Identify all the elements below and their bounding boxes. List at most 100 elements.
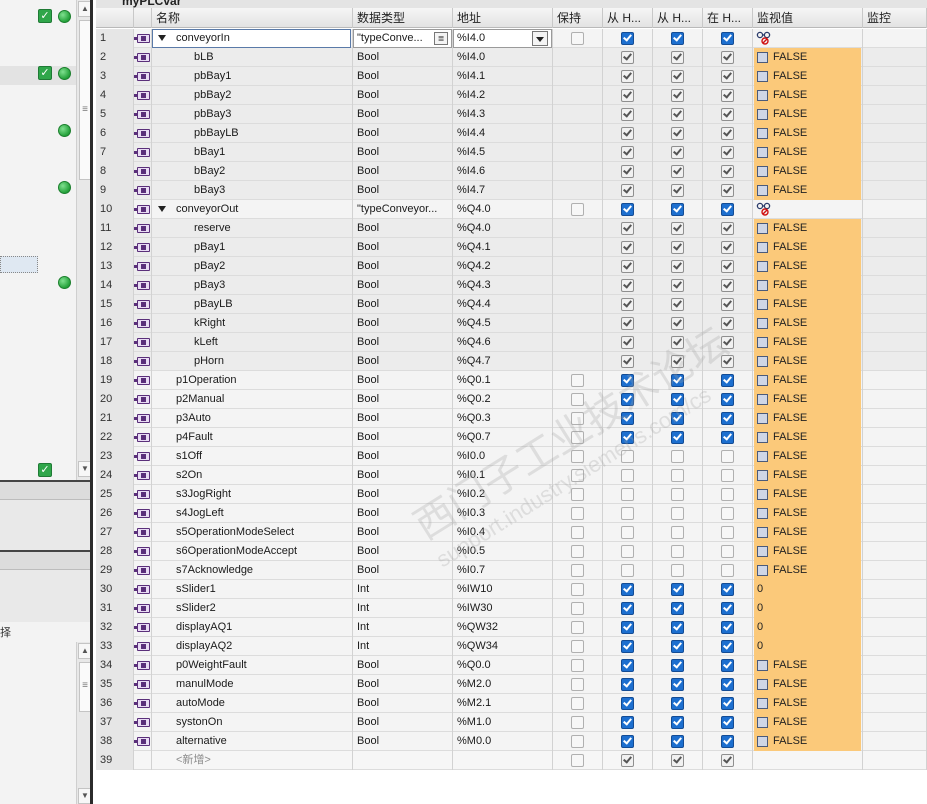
data-type-cell[interactable]: Bool bbox=[353, 105, 453, 124]
from-hmi-2-checkbox[interactable] bbox=[671, 431, 684, 444]
table-row[interactable]: 11 reserve Bool %Q4.0 FALSE bbox=[96, 219, 927, 238]
data-type-cell[interactable]: Bool bbox=[353, 276, 453, 295]
monitor-control-cell[interactable] bbox=[863, 466, 927, 485]
from-hmi-2-checkbox[interactable] bbox=[671, 260, 684, 273]
name-cell[interactable]: bBay1 bbox=[152, 143, 353, 162]
address-cell[interactable]: %Q4.5 bbox=[453, 314, 553, 333]
monitor-control-cell[interactable] bbox=[863, 314, 927, 333]
data-type-cell[interactable]: ≣ "typeConve... bbox=[353, 29, 453, 48]
from-hmi-2-checkbox[interactable] bbox=[671, 108, 684, 121]
data-type-cell[interactable]: "typeConveyor... bbox=[353, 200, 453, 219]
from-hmi-2-checkbox[interactable] bbox=[671, 678, 684, 691]
from-hmi-1-checkbox[interactable] bbox=[621, 184, 634, 197]
table-row[interactable]: 31 sSlider2 Int %IW30 0 bbox=[96, 599, 927, 618]
address-cell[interactable]: %M2.1 bbox=[453, 694, 553, 713]
data-type-cell[interactable]: Bool bbox=[353, 713, 453, 732]
from-hmi-1-checkbox[interactable] bbox=[621, 89, 634, 102]
header-type[interactable]: 数据类型 bbox=[353, 8, 453, 28]
address-cell[interactable]: %I0.5 bbox=[453, 542, 553, 561]
address-cell[interactable]: %IW30 bbox=[453, 599, 553, 618]
name-cell[interactable]: s4JogLeft bbox=[152, 504, 353, 523]
from-hmi-2-checkbox[interactable] bbox=[671, 279, 684, 292]
table-row[interactable]: 25 s3JogRight Bool %I0.2 FALSE bbox=[96, 485, 927, 504]
from-hmi-1-checkbox[interactable] bbox=[621, 450, 634, 463]
row-index[interactable]: 24 bbox=[96, 466, 134, 485]
from-hmi-2-checkbox[interactable] bbox=[671, 393, 684, 406]
in-hmi-checkbox[interactable] bbox=[721, 51, 734, 64]
retain-checkbox[interactable] bbox=[571, 488, 584, 501]
header-monitor-value[interactable]: 监视值 bbox=[753, 8, 863, 28]
in-hmi-checkbox[interactable] bbox=[721, 127, 734, 140]
name-cell[interactable]: s2On bbox=[152, 466, 353, 485]
name-cell[interactable]: s7Acknowledge bbox=[152, 561, 353, 580]
monitor-control-cell[interactable] bbox=[863, 219, 927, 238]
from-hmi-2-checkbox[interactable] bbox=[671, 222, 684, 235]
in-hmi-checkbox[interactable] bbox=[721, 697, 734, 710]
name-cell[interactable]: pBay2 bbox=[152, 257, 353, 276]
from-hmi-1-checkbox[interactable] bbox=[621, 393, 634, 406]
row-index[interactable]: 26 bbox=[96, 504, 134, 523]
from-hmi-2-checkbox[interactable] bbox=[671, 640, 684, 653]
retain-checkbox[interactable] bbox=[571, 564, 584, 577]
address-cell[interactable]: %Q0.3 bbox=[453, 409, 553, 428]
in-hmi-checkbox[interactable] bbox=[721, 526, 734, 539]
tree-row[interactable] bbox=[0, 275, 76, 294]
row-index[interactable]: 38 bbox=[96, 732, 134, 751]
name-cell[interactable]: kRight bbox=[152, 314, 353, 333]
retain-checkbox[interactable] bbox=[571, 203, 584, 216]
data-type-cell[interactable]: Int bbox=[353, 599, 453, 618]
retain-checkbox[interactable] bbox=[571, 716, 584, 729]
data-type-cell[interactable]: Bool bbox=[353, 542, 453, 561]
table-row[interactable]: 26 s4JogLeft Bool %I0.3 FALSE bbox=[96, 504, 927, 523]
from-hmi-1-checkbox[interactable] bbox=[621, 659, 634, 672]
in-hmi-checkbox[interactable] bbox=[721, 374, 734, 387]
in-hmi-checkbox[interactable] bbox=[721, 241, 734, 254]
name-cell[interactable]: s3JogRight bbox=[152, 485, 353, 504]
row-index[interactable]: 29 bbox=[96, 561, 134, 580]
from-hmi-1-checkbox[interactable] bbox=[621, 754, 634, 767]
retain-checkbox[interactable] bbox=[571, 621, 584, 634]
name-cell[interactable]: bLB bbox=[152, 48, 353, 67]
tree-selected-row[interactable] bbox=[0, 256, 38, 273]
table-row[interactable]: 20 p2Manual Bool %Q0.2 FALSE bbox=[96, 390, 927, 409]
from-hmi-1-checkbox[interactable] bbox=[621, 279, 634, 292]
from-hmi-1-checkbox[interactable] bbox=[621, 317, 634, 330]
address-cell[interactable]: %Q0.1 bbox=[453, 371, 553, 390]
monitor-control-cell[interactable] bbox=[863, 295, 927, 314]
address-cell[interactable]: %Q4.4 bbox=[453, 295, 553, 314]
table-row[interactable]: 15 pBayLB Bool %Q4.4 FALSE bbox=[96, 295, 927, 314]
data-type-cell[interactable]: Bool bbox=[353, 656, 453, 675]
table-row[interactable]: 38 alternative Bool %M0.0 FALSE bbox=[96, 732, 927, 751]
scroll-thumb[interactable] bbox=[79, 20, 90, 180]
from-hmi-1-checkbox[interactable] bbox=[621, 469, 634, 482]
data-type-cell[interactable]: Bool bbox=[353, 428, 453, 447]
row-index[interactable]: 34 bbox=[96, 656, 134, 675]
monitor-control-cell[interactable] bbox=[863, 352, 927, 371]
from-hmi-2-checkbox[interactable] bbox=[671, 165, 684, 178]
name-cell[interactable]: s6OperationModeAccept bbox=[152, 542, 353, 561]
in-hmi-checkbox[interactable] bbox=[721, 602, 734, 615]
from-hmi-2-checkbox[interactable] bbox=[671, 450, 684, 463]
from-hmi-1-checkbox[interactable] bbox=[621, 583, 634, 596]
retain-checkbox[interactable] bbox=[571, 678, 584, 691]
in-hmi-checkbox[interactable] bbox=[721, 431, 734, 444]
from-hmi-1-checkbox[interactable] bbox=[621, 507, 634, 520]
row-index[interactable]: 6 bbox=[96, 124, 134, 143]
scroll-down-icon[interactable]: ▼ bbox=[78, 788, 90, 804]
from-hmi-2-checkbox[interactable] bbox=[671, 545, 684, 558]
row-index[interactable]: 33 bbox=[96, 637, 134, 656]
name-cell[interactable]: systonOn bbox=[152, 713, 353, 732]
address-cell[interactable]: %I4.3 bbox=[453, 105, 553, 124]
in-hmi-checkbox[interactable] bbox=[721, 754, 734, 767]
from-hmi-2-checkbox[interactable] bbox=[671, 184, 684, 197]
table-row[interactable]: 5 pbBay3 Bool %I4.3 FALSE bbox=[96, 105, 927, 124]
row-index[interactable]: 35 bbox=[96, 675, 134, 694]
from-hmi-1-checkbox[interactable] bbox=[621, 165, 634, 178]
in-hmi-checkbox[interactable] bbox=[721, 70, 734, 83]
in-hmi-checkbox[interactable] bbox=[721, 621, 734, 634]
table-row[interactable]: 17 kLeft Bool %Q4.6 FALSE bbox=[96, 333, 927, 352]
data-type-cell[interactable]: Int bbox=[353, 580, 453, 599]
table-row[interactable]: 14 pBay3 Bool %Q4.3 FALSE bbox=[96, 276, 927, 295]
row-index[interactable]: 7 bbox=[96, 143, 134, 162]
monitor-control-cell[interactable] bbox=[863, 675, 927, 694]
